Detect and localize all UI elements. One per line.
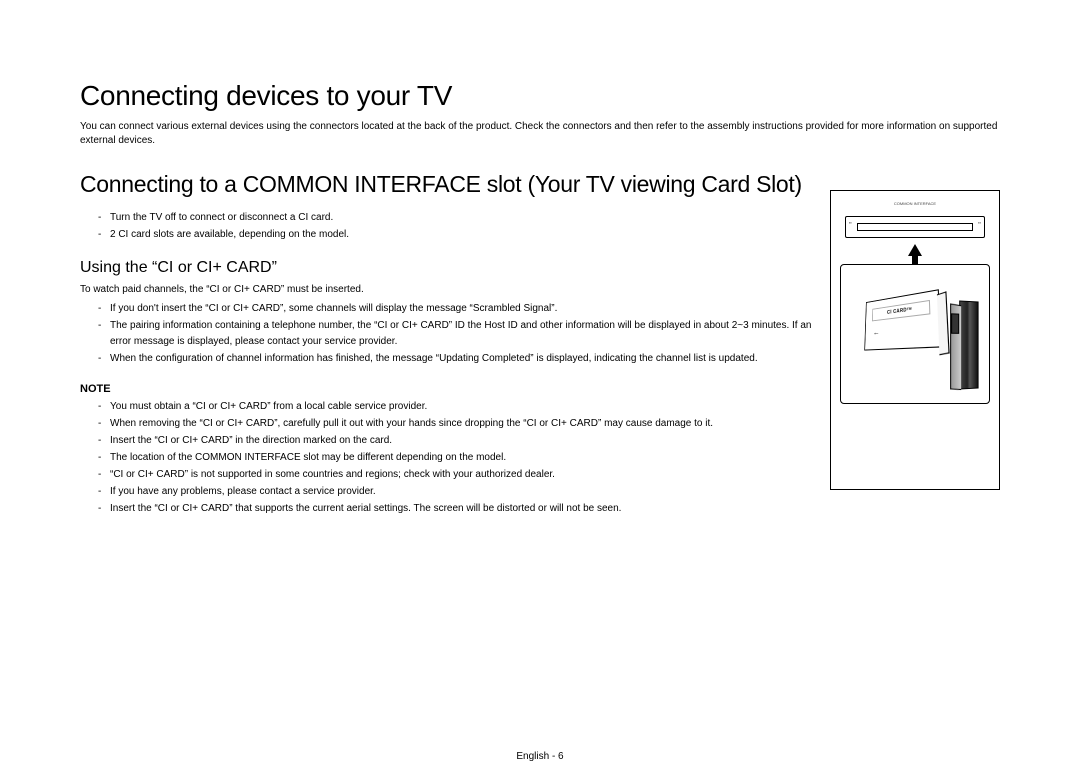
common-interface-label: COMMON INTERFACE xyxy=(837,201,993,206)
list-item: You must obtain a “CI or CI+ CARD” from … xyxy=(98,399,812,415)
ci-card-label-zone: CI CARDᵀᴹ xyxy=(872,300,930,321)
slot-mark-icon: ▪▪ xyxy=(978,220,981,225)
arrow-left-icon: ← xyxy=(873,328,880,337)
card-reader-illustration xyxy=(959,300,978,389)
reader-slot-icon xyxy=(951,313,959,334)
list-item: “CI or CI+ CARD” is not supported in som… xyxy=(98,467,812,483)
ci-card-illustration: CI CARDᵀᴹ ← xyxy=(864,289,941,350)
text-column: Turn the TV off to connect or disconnect… xyxy=(80,210,812,533)
page-title: Connecting devices to your TV xyxy=(80,80,1000,112)
list-item: The pairing information containing a tel… xyxy=(98,318,812,350)
manual-page: Connecting devices to your TV You can co… xyxy=(0,0,1080,780)
intro-paragraph: You can connect various external devices… xyxy=(80,120,1000,147)
diagram-column: COMMON INTERFACE ▪▪ ▪▪ CI CARDᵀᴹ ← xyxy=(830,190,1000,490)
ci-card-label: CI CARDᵀᴹ xyxy=(887,307,912,316)
list-item: Turn the TV off to connect or disconnect… xyxy=(98,210,812,226)
slot-mark-icon: ▪▪ xyxy=(849,220,852,225)
list-item: When removing the “CI or CI+ CARD”, care… xyxy=(98,416,812,432)
note-heading: NOTE xyxy=(80,383,812,395)
initial-notes-list: Turn the TV off to connect or disconnect… xyxy=(80,210,812,243)
ci-slot-diagram: COMMON INTERFACE ▪▪ ▪▪ CI CARDᵀᴹ ← xyxy=(830,190,1000,490)
ci-slot-opening xyxy=(857,223,973,231)
note-list: You must obtain a “CI or CI+ CARD” from … xyxy=(80,399,812,517)
page-footer: English - 6 xyxy=(0,751,1080,762)
using-ci-card-intro: To watch paid channels, the “CI or CI+ C… xyxy=(80,283,812,297)
list-item: If you have any problems, please contact… xyxy=(98,484,812,500)
list-item: Insert the “CI or CI+ CARD” that support… xyxy=(98,501,812,517)
list-item: If you don't insert the “CI or CI+ CARD”… xyxy=(98,301,812,317)
list-item: 2 CI card slots are available, depending… xyxy=(98,227,812,243)
card-reader-illustration-box: CI CARDᵀᴹ ← xyxy=(840,264,990,404)
using-ci-card-list: If you don't insert the “CI or CI+ CARD”… xyxy=(80,301,812,367)
using-ci-card-title: Using the “CI or CI+ CARD” xyxy=(80,259,812,277)
list-item: When the configuration of channel inform… xyxy=(98,351,812,367)
list-item: The location of the COMMON INTERFACE slo… xyxy=(98,450,812,466)
content-row: Turn the TV off to connect or disconnect… xyxy=(80,210,1000,533)
list-item: Insert the “CI or CI+ CARD” in the direc… xyxy=(98,433,812,449)
ci-slot-outline: ▪▪ ▪▪ xyxy=(845,216,985,238)
arrow-up-icon xyxy=(908,244,922,256)
